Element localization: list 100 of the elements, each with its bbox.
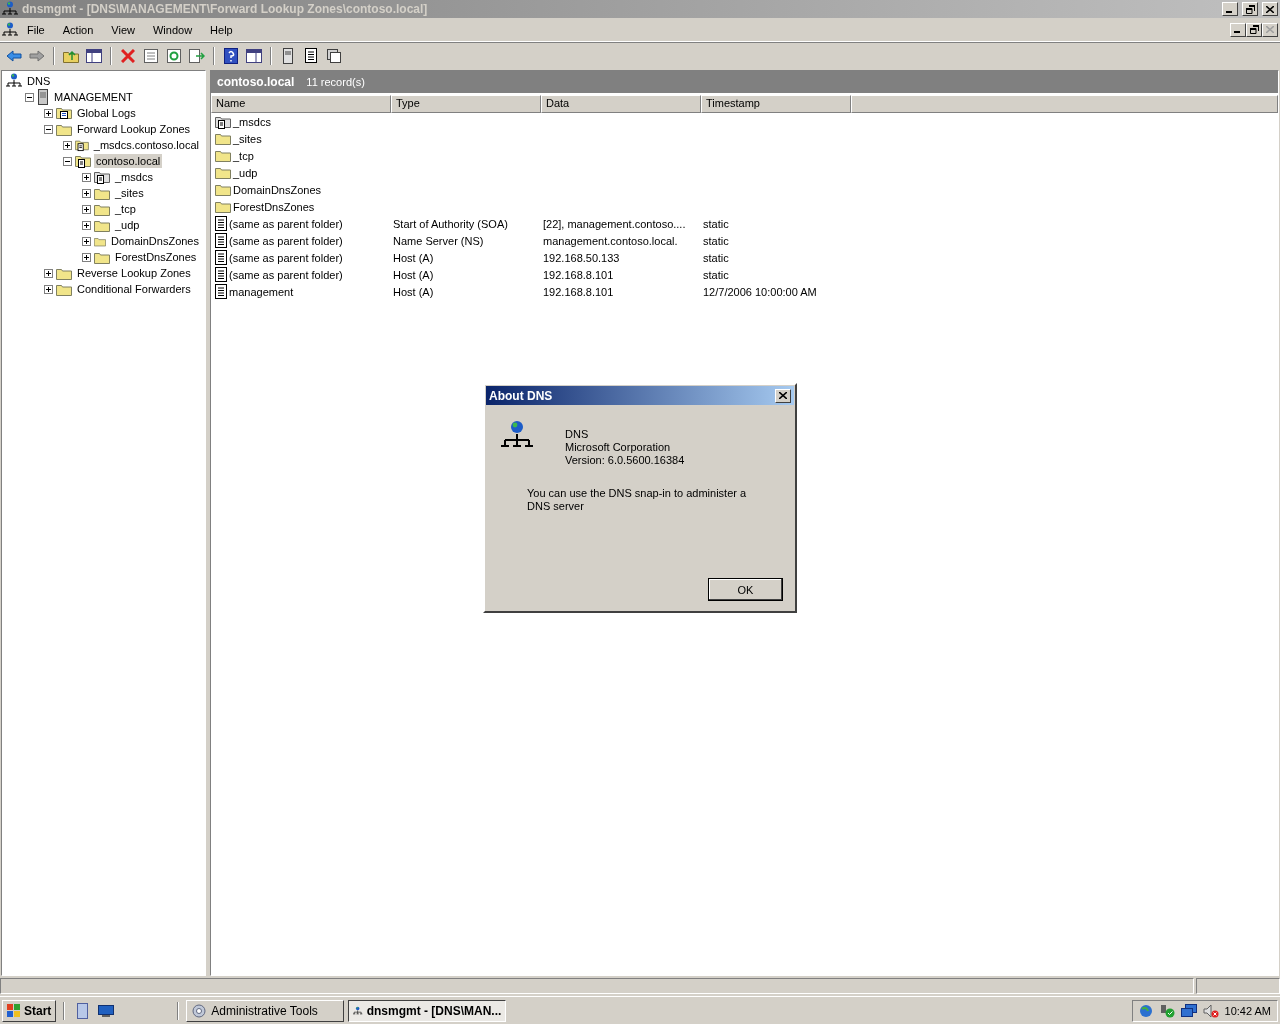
refresh-icon <box>167 48 181 63</box>
tree-item[interactable]: Forward Lookup Zones <box>75 122 193 136</box>
start-button[interactable]: Start <box>2 999 57 1022</box>
expand-icon[interactable] <box>63 140 72 150</box>
expand-icon[interactable] <box>82 220 91 230</box>
description-text: You can use the DNS snap-in to administer a DNS server <box>527 487 748 513</box>
table-cell[interactable]: _tcp <box>233 149 254 162</box>
globe-icon <box>1138 1003 1153 1018</box>
folder-up-icon <box>63 48 79 63</box>
table-cell[interactable]: _udp <box>233 166 258 179</box>
expand-icon[interactable] <box>82 172 91 182</box>
expand-icon[interactable] <box>44 268 53 278</box>
minimize-button[interactable] <box>1230 22 1246 37</box>
expand-icon[interactable] <box>82 188 91 198</box>
help-icon <box>224 47 238 64</box>
tree-item[interactable]: Global Logs <box>75 106 138 120</box>
tree-item[interactable]: DNS <box>25 74 53 88</box>
taskbar-button[interactable]: Administrative Tools <box>186 999 345 1022</box>
column-header[interactable]: Type <box>391 95 541 113</box>
table-cell-text: static <box>702 268 730 281</box>
folder-icon <box>56 266 72 280</box>
restore-button[interactable] <box>1242 2 1258 16</box>
folder-icon <box>56 282 72 296</box>
tree-item[interactable]: ForestDnsZones <box>113 250 199 264</box>
table-cell[interactable]: (same as parent folder) <box>229 251 343 264</box>
help-button[interactable] <box>221 45 241 66</box>
tree-item[interactable]: _msdcs.contoso.local <box>91 138 201 152</box>
document-icon <box>215 216 227 231</box>
tree-item[interactable]: DomainDnsZones <box>108 234 201 248</box>
export-list-icon <box>189 48 205 63</box>
collapse-icon[interactable] <box>44 124 53 134</box>
table-cell[interactable]: management <box>229 285 294 298</box>
document-icon <box>215 267 227 282</box>
pane-title: contoso.local <box>217 75 295 89</box>
expand-icon[interactable] <box>82 236 91 246</box>
table-cell[interactable]: ForestDnsZones <box>233 200 315 213</box>
window-panes-icon <box>86 48 102 63</box>
menu-item[interactable]: View <box>102 21 144 38</box>
tree-item[interactable]: Reverse Lookup Zones <box>75 266 193 280</box>
table-cell[interactable]: DomainDnsZones <box>233 183 322 196</box>
menu-item[interactable]: Action <box>53 21 103 38</box>
folder-icon <box>215 149 231 162</box>
expand-icon[interactable] <box>82 204 91 214</box>
back-arrow-icon <box>6 49 22 62</box>
close-button[interactable] <box>775 388 791 403</box>
menu-item[interactable]: File <box>18 21 54 38</box>
expand-icon[interactable] <box>44 284 53 294</box>
table-cell-text: Start of Authority (SOA) <box>392 217 509 230</box>
window-title: dnsmgmt - [DNS\MANAGEMENT\Forward Lookup Zones\contoso.local] <box>22 2 429 16</box>
folder-icon <box>215 183 231 196</box>
close-icon <box>1266 26 1274 33</box>
folder-document-icon <box>75 138 89 152</box>
restore-button[interactable] <box>1246 22 1262 37</box>
stacked-documents-icon <box>327 48 341 63</box>
ok-button[interactable]: OK <box>708 578 783 601</box>
tree-item[interactable]: contoso.local <box>94 154 163 168</box>
taskbar-button[interactable]: dnsmgmt - [DNS\MAN... <box>348 999 507 1022</box>
collapse-icon[interactable] <box>25 92 34 102</box>
tree-item[interactable]: _sites <box>113 186 146 200</box>
table-cell-text: 192.168.8.101 <box>542 268 615 281</box>
folder-icon <box>56 122 72 136</box>
table-cell-text: Name Server (NS) <box>392 234 485 247</box>
log-folder-icon <box>56 106 72 120</box>
properties-icon <box>144 48 158 63</box>
version-text: Version: 6.0.5600.16384 <box>565 454 685 467</box>
minimize-button[interactable] <box>1222 2 1238 16</box>
column-header[interactable]: Timestamp <box>701 95 851 113</box>
table-cell-text: 192.168.8.101 <box>542 285 615 298</box>
table-cell[interactable]: (same as parent folder) <box>229 268 343 281</box>
speaker-muted-icon <box>1202 1003 1219 1018</box>
table-cell-text: Host (A) <box>392 285 435 298</box>
windows-logo-icon <box>7 1004 21 1017</box>
table-cell-text: static <box>702 217 730 230</box>
tree-item[interactable]: _tcp <box>113 202 138 216</box>
folder-icon <box>94 186 110 200</box>
column-header[interactable]: Data <box>541 95 701 113</box>
tree-item[interactable]: _udp <box>113 218 142 232</box>
table-cell-text: static <box>702 251 730 264</box>
menu-item[interactable]: Help <box>201 21 242 38</box>
server-icon <box>37 89 49 105</box>
tree-item[interactable]: _msdcs <box>113 170 155 184</box>
menu-item[interactable]: Window <box>143 21 202 38</box>
network-icon <box>6 73 22 89</box>
table-cell[interactable]: _sites <box>233 132 262 145</box>
tree-item[interactable]: Conditional Forwarders <box>75 282 193 296</box>
table-cell[interactable]: (same as parent folder) <box>229 217 343 230</box>
window-panes-icon <box>246 48 262 63</box>
product-name: DNS <box>565 428 590 441</box>
collapse-icon[interactable] <box>63 156 72 166</box>
table-cell[interactable]: (same as parent folder) <box>229 234 343 247</box>
column-header[interactable]: Name <box>211 95 391 113</box>
plug-check-icon <box>1158 1003 1175 1018</box>
tree-item[interactable]: MANAGEMENT <box>52 90 135 104</box>
document-icon <box>215 250 227 265</box>
expand-icon[interactable] <box>82 252 91 262</box>
company-name: Microsoft Corporation <box>565 441 672 454</box>
close-button[interactable] <box>1262 2 1278 16</box>
close-button[interactable] <box>1262 22 1278 37</box>
expand-icon[interactable] <box>44 108 53 118</box>
table-cell[interactable]: _msdcs <box>233 115 271 128</box>
